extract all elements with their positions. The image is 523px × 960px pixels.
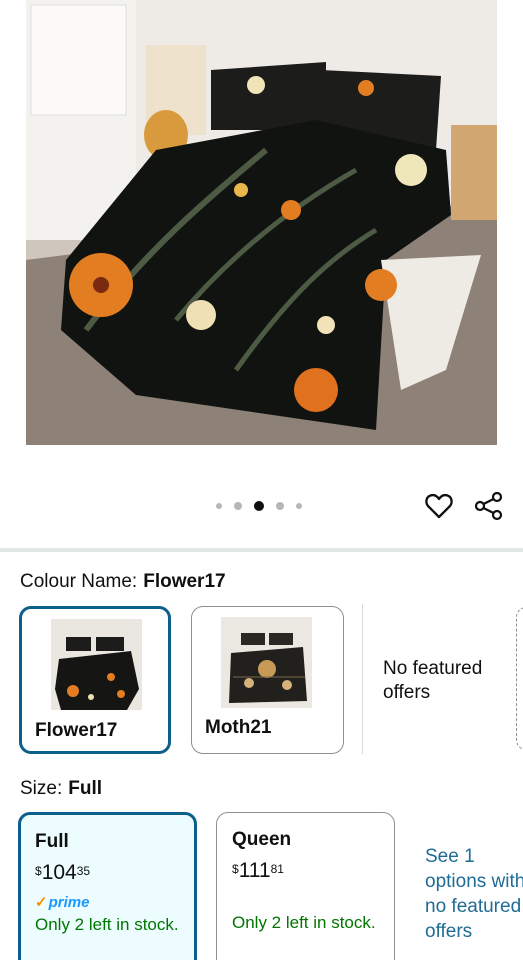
colour-selected-value: Flower17 xyxy=(143,571,226,592)
price-symbol: $ xyxy=(232,862,239,876)
size-option-full[interactable]: Full $104 35 ✓ prime Only 2 left in stock. xyxy=(18,812,197,960)
size-label: Size: Full xyxy=(20,778,102,800)
carousel-dot[interactable] xyxy=(234,502,242,510)
colour-option-name: Flower17 xyxy=(35,720,118,741)
colour-option-flower17[interactable]: Flower17 xyxy=(19,606,171,754)
colour-thumbnail xyxy=(51,619,142,710)
stock-status: Only 2 left in stock. xyxy=(35,915,179,934)
price: $104 35 xyxy=(35,861,180,885)
carousel-dot[interactable] xyxy=(296,503,302,509)
wishlist-button[interactable] xyxy=(424,490,454,522)
carousel-dot-active[interactable] xyxy=(254,501,264,511)
stock-status: Only 2 left in stock. xyxy=(232,913,376,932)
carousel-dots[interactable] xyxy=(216,501,302,511)
section-divider xyxy=(0,548,523,552)
price: $111 81 xyxy=(232,859,380,883)
size-option-name: Queen xyxy=(232,829,292,850)
prime-badge: ✓ prime xyxy=(35,893,180,912)
vertical-divider xyxy=(362,604,363,754)
heart-icon xyxy=(425,493,453,519)
colour-name-label: Colour Name: Flower17 xyxy=(20,571,226,593)
price-whole: 104 xyxy=(41,861,77,884)
colour-thumbnail xyxy=(221,617,312,708)
share-button[interactable] xyxy=(474,490,504,522)
carousel-dot[interactable] xyxy=(276,502,284,510)
size-label-text: Size: xyxy=(20,778,63,799)
size-option-name: Full xyxy=(35,831,69,852)
size-selected-value: Full xyxy=(68,778,103,799)
carousel-dot[interactable] xyxy=(216,503,222,509)
size-option-queen[interactable]: Queen $111 81 Only 2 left in stock. xyxy=(216,812,395,960)
price-whole: 111 xyxy=(238,859,271,882)
colour-option-more[interactable] xyxy=(516,607,523,750)
price-fraction: 35 xyxy=(76,864,91,878)
colour-option-moth21[interactable]: Moth21 xyxy=(191,606,344,754)
price-symbol: $ xyxy=(35,864,42,878)
no-featured-offers-text: No featured offers xyxy=(383,658,483,703)
prime-text: prime xyxy=(48,893,90,911)
see-options-link[interactable]: See 1 options with no featured offers xyxy=(425,844,523,944)
prime-check-icon: ✓ xyxy=(35,894,48,911)
product-image[interactable] xyxy=(26,0,497,445)
price-fraction: 81 xyxy=(270,862,284,876)
colour-option-name: Moth21 xyxy=(205,717,272,738)
share-icon xyxy=(474,491,503,521)
colour-label-text: Colour Name: xyxy=(20,571,138,592)
